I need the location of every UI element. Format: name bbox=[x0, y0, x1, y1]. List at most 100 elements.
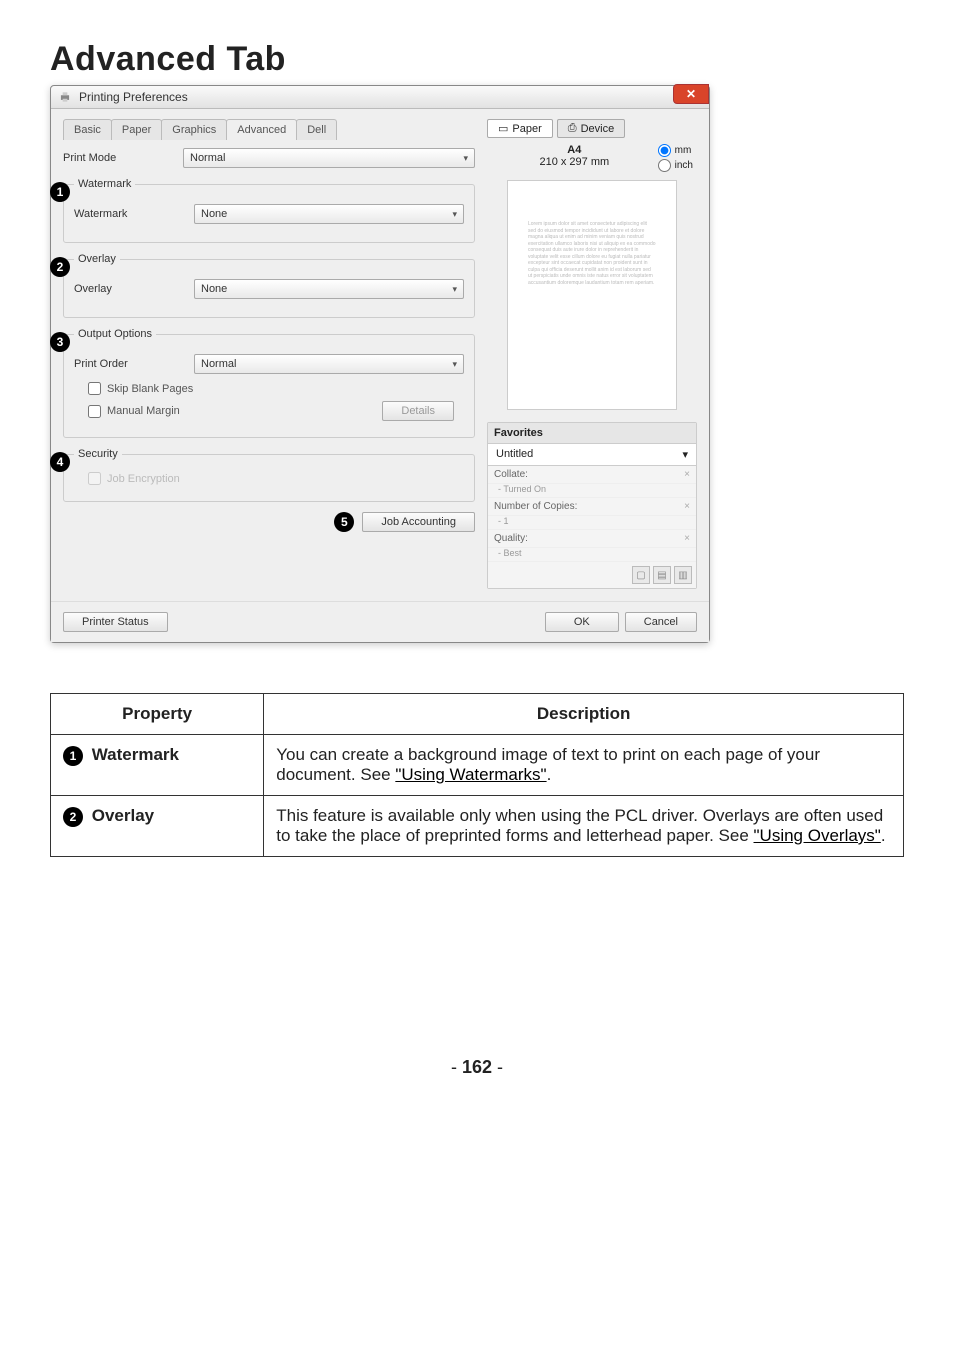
remove-icon[interactable]: × bbox=[684, 469, 690, 480]
print-order-dropdown[interactable]: Normal ▾ bbox=[194, 354, 464, 374]
watermark-value: None bbox=[201, 208, 227, 220]
paper-tab-label: Paper bbox=[512, 123, 541, 135]
page-preview: Lorem ipsum dolor sit amet consectetur a… bbox=[507, 180, 677, 410]
watermark-legend: Watermark bbox=[74, 178, 135, 190]
property-description: This feature is available only when usin… bbox=[264, 796, 904, 857]
favorite-item-label: Quality: bbox=[494, 533, 528, 544]
overlay-legend: Overlay bbox=[74, 253, 120, 265]
job-encryption-checkbox bbox=[88, 472, 101, 485]
job-accounting-button[interactable]: Job Accounting bbox=[362, 512, 475, 532]
description-text: . bbox=[547, 765, 552, 784]
callout-marker-1: 1 bbox=[50, 182, 70, 202]
security-group: 4 Security Job Encryption bbox=[63, 448, 475, 502]
details-button[interactable]: Details bbox=[382, 401, 454, 421]
tab-advanced[interactable]: Advanced bbox=[226, 119, 297, 140]
chevron-down-icon: ▾ bbox=[682, 448, 688, 461]
unit-inch-radio[interactable] bbox=[658, 159, 671, 172]
favorite-item-value: - Turned On bbox=[488, 484, 696, 498]
unit-inch-option[interactable]: inch bbox=[658, 159, 693, 172]
paper-size-name: A4 bbox=[491, 144, 658, 156]
tab-graphics[interactable]: Graphics bbox=[161, 119, 227, 140]
printer-icon bbox=[57, 89, 73, 105]
overlay-dropdown[interactable]: None ▾ bbox=[194, 279, 464, 299]
device-tab-label: Device bbox=[581, 123, 615, 135]
unit-inch-label: inch bbox=[675, 160, 693, 171]
printer-status-button[interactable]: Printer Status bbox=[63, 612, 168, 632]
job-encryption-label: Job Encryption bbox=[107, 473, 180, 485]
unit-mm-option[interactable]: mm bbox=[658, 144, 693, 157]
tab-dell[interactable]: Dell bbox=[296, 119, 337, 140]
tab-paper[interactable]: Paper bbox=[111, 119, 162, 140]
tabbar: Basic Paper Graphics Advanced Dell bbox=[63, 119, 475, 140]
favorites-panel: Favorites Untitled ▾ Collate: × - Turned… bbox=[487, 422, 697, 589]
overlay-value: None bbox=[201, 283, 227, 295]
remove-icon[interactable]: × bbox=[684, 533, 690, 544]
using-overlays-link[interactable]: "Using Overlays" bbox=[754, 826, 881, 845]
unit-mm-label: mm bbox=[675, 145, 692, 156]
window-title: Printing Preferences bbox=[79, 90, 188, 104]
print-order-label: Print Order bbox=[74, 358, 194, 370]
callout-marker-3: 3 bbox=[50, 332, 70, 352]
row-marker: 2 bbox=[63, 807, 83, 827]
watermark-dropdown[interactable]: None ▾ bbox=[194, 204, 464, 224]
close-icon: ✕ bbox=[686, 87, 696, 101]
description-text: . bbox=[881, 826, 886, 845]
favorite-action-icon[interactable]: ▤ bbox=[653, 566, 671, 584]
property-name: Overlay bbox=[92, 806, 154, 825]
property-name: Watermark bbox=[92, 745, 179, 764]
table-row: 1 Watermark You can create a background … bbox=[51, 735, 904, 796]
property-description-table: Property Description 1 Watermark You can… bbox=[50, 693, 904, 857]
unit-mm-radio[interactable] bbox=[658, 144, 671, 157]
favorite-item-label: Collate: bbox=[494, 469, 528, 480]
chevron-down-icon: ▾ bbox=[452, 284, 457, 295]
skip-blank-pages-checkbox[interactable] bbox=[88, 382, 101, 395]
table-header-property: Property bbox=[51, 694, 264, 735]
favorite-action-icon[interactable]: ▥ bbox=[674, 566, 692, 584]
chevron-down-icon: ▾ bbox=[452, 359, 457, 370]
output-options-group: 3 Output Options Print Order Normal ▾ Sk… bbox=[63, 328, 475, 438]
page-icon: ▭ bbox=[498, 122, 508, 135]
row-marker: 1 bbox=[63, 746, 83, 766]
overlay-group: 2 Overlay Overlay None ▾ bbox=[63, 253, 475, 318]
paper-dimensions: 210 x 297 mm bbox=[491, 156, 658, 168]
favorite-item-value: - Best bbox=[488, 548, 696, 562]
watermark-row-label: Watermark bbox=[74, 208, 194, 220]
favorite-item: Collate: × bbox=[488, 466, 696, 484]
device-preview-tab[interactable]: ⎙ Device bbox=[557, 119, 625, 138]
favorites-selected: Untitled bbox=[496, 448, 533, 461]
watermark-group: 1 Watermark Watermark None ▾ bbox=[63, 178, 475, 243]
manual-margin-checkbox[interactable] bbox=[88, 405, 101, 418]
manual-margin-label: Manual Margin bbox=[107, 405, 180, 417]
paper-info: A4 210 x 297 mm mm inch bbox=[491, 144, 693, 172]
skip-blank-pages-label: Skip Blank Pages bbox=[107, 383, 193, 395]
callout-marker-2: 2 bbox=[50, 257, 70, 277]
callout-marker-5: 5 bbox=[334, 512, 354, 532]
overlay-row-label: Overlay bbox=[74, 283, 194, 295]
print-mode-label: Print Mode bbox=[63, 152, 183, 164]
preview-tabs: ▭ Paper ⎙ Device bbox=[487, 119, 697, 138]
printer-icon: ⎙ bbox=[568, 122, 577, 135]
remove-icon[interactable]: × bbox=[684, 501, 690, 512]
security-legend: Security bbox=[74, 448, 122, 460]
page-number: - 162 - bbox=[50, 1057, 904, 1078]
printing-preferences-dialog: Printing Preferences ✕ Basic Paper Graph… bbox=[50, 85, 710, 643]
print-mode-dropdown[interactable]: Normal ▾ bbox=[183, 148, 475, 168]
paper-preview-tab[interactable]: ▭ Paper bbox=[487, 119, 553, 138]
favorites-heading: Favorites bbox=[488, 423, 696, 444]
chevron-down-icon: ▾ bbox=[452, 209, 457, 220]
titlebar: Printing Preferences ✕ bbox=[51, 86, 709, 109]
print-mode-row: Print Mode Normal ▾ bbox=[63, 148, 475, 168]
favorites-dropdown[interactable]: Untitled ▾ bbox=[488, 444, 696, 466]
close-button[interactable]: ✕ bbox=[673, 84, 709, 104]
table-row: 2 Overlay This feature is available only… bbox=[51, 796, 904, 857]
cancel-button[interactable]: Cancel bbox=[625, 612, 697, 632]
ok-button[interactable]: OK bbox=[545, 612, 619, 632]
print-order-value: Normal bbox=[201, 358, 236, 370]
favorite-item: Quality: × bbox=[488, 530, 696, 548]
page-title: Advanced Tab bbox=[50, 40, 904, 79]
favorite-item: Number of Copies: × bbox=[488, 498, 696, 516]
callout-marker-4: 4 bbox=[50, 452, 70, 472]
tab-basic[interactable]: Basic bbox=[63, 119, 112, 140]
using-watermarks-link[interactable]: "Using Watermarks" bbox=[395, 765, 546, 784]
favorite-action-icon[interactable]: ▢ bbox=[632, 566, 650, 584]
